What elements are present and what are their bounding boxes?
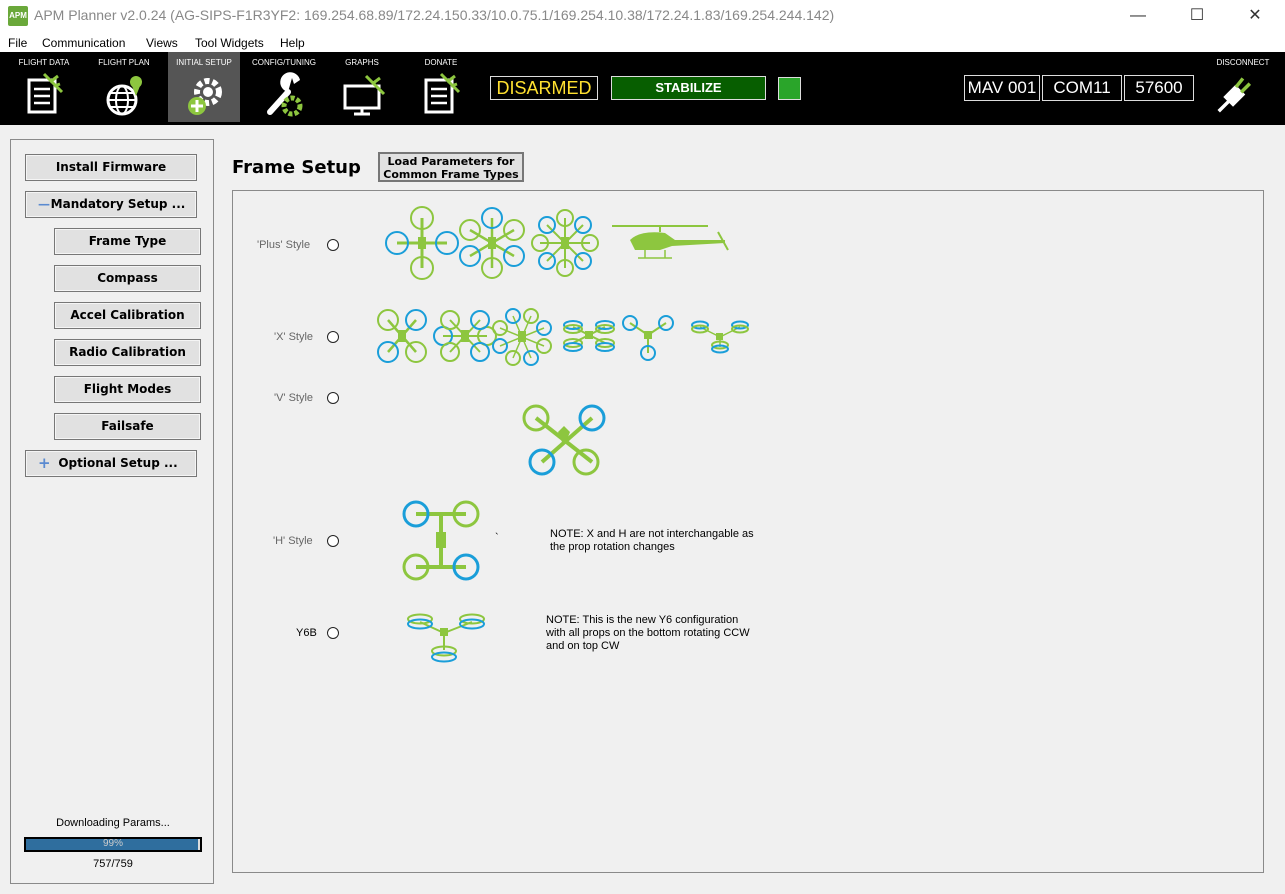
x-hexa-frame-icon[interactable] [433, 310, 497, 362]
y6-frame-icon[interactable] [691, 320, 749, 354]
x-octa-frame-icon[interactable] [492, 308, 552, 366]
y6b-frame-icon[interactable] [407, 613, 485, 663]
y-tri-frame-icon[interactable] [622, 315, 674, 361]
v-quad-frame-icon[interactable] [522, 404, 606, 476]
x-octaquad-frame-icon[interactable] [563, 320, 615, 352]
h-quad-frame-icon[interactable] [402, 500, 480, 581]
x-quad-frame-icon[interactable] [377, 309, 427, 363]
plus-hexa-frame-icon[interactable] [459, 207, 525, 279]
plus-octa-frame-icon[interactable] [531, 209, 599, 277]
frame-diagrams [377, 206, 749, 663]
helicopter-frame-icon[interactable] [612, 225, 729, 259]
plus-quad-frame-icon[interactable] [385, 206, 459, 280]
